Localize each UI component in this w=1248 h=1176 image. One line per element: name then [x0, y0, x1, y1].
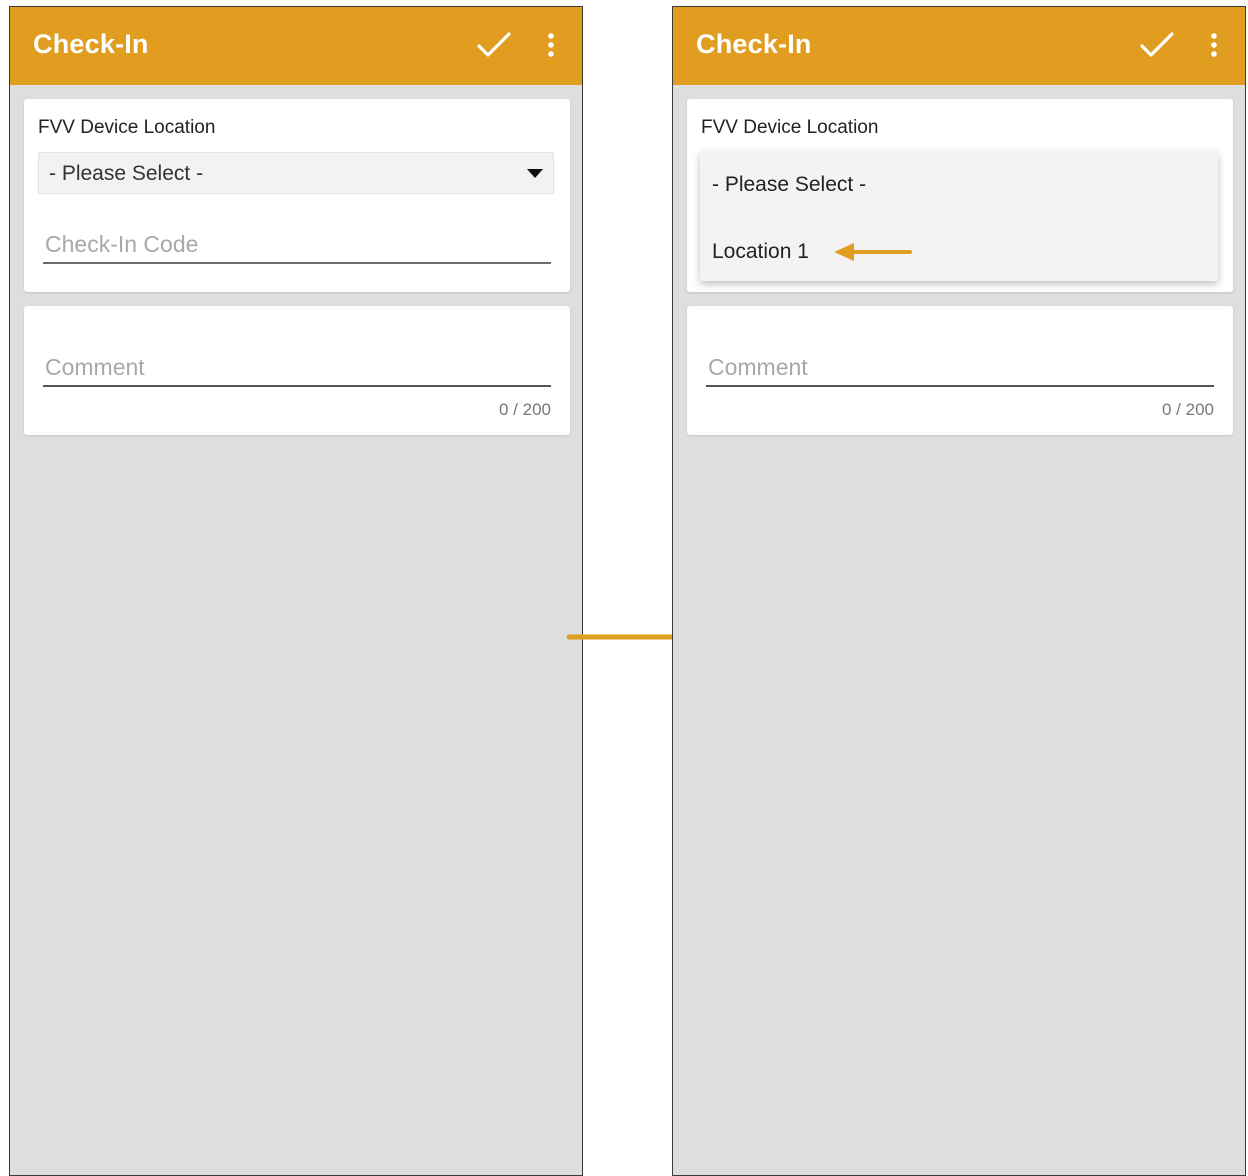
- more-vert-icon[interactable]: [1205, 31, 1223, 61]
- device-location-label: FVV Device Location: [38, 117, 216, 138]
- device-location-dropdown: - Please Select - Location 1: [700, 151, 1218, 281]
- arrow-left-icon: [834, 243, 912, 261]
- comment-card: 0 / 200: [24, 306, 570, 435]
- character-counter: 0 / 200: [1162, 400, 1214, 419]
- app-bar: Check-In: [10, 7, 582, 85]
- comment-input[interactable]: [706, 351, 1214, 387]
- caret-down-icon: [527, 169, 543, 178]
- check-icon[interactable]: [1139, 31, 1175, 59]
- page-title: Check-In: [33, 29, 149, 59]
- dropdown-option-please-select[interactable]: - Please Select -: [712, 173, 866, 197]
- location-card: FVV Device Location - Please Select -: [24, 99, 570, 292]
- comment-input[interactable]: [43, 351, 551, 387]
- character-counter: 0 / 200: [499, 400, 551, 419]
- right-phone-screen: Check-In FVV Device Location - Please Se…: [672, 6, 1246, 1176]
- checkin-code-input[interactable]: [43, 228, 551, 264]
- left-phone-screen: Check-In FVV Device Location - Please Se…: [9, 6, 583, 1176]
- page-title: Check-In: [696, 29, 812, 59]
- more-vert-icon[interactable]: [542, 31, 560, 61]
- location-card: FVV Device Location - Please Select - Lo…: [687, 99, 1233, 292]
- device-location-label: FVV Device Location: [701, 117, 879, 138]
- app-bar: Check-In: [673, 7, 1245, 85]
- comment-card: 0 / 200: [687, 306, 1233, 435]
- check-icon[interactable]: [476, 31, 512, 59]
- dropdown-option-location-1[interactable]: Location 1: [712, 240, 809, 264]
- device-location-select[interactable]: - Please Select -: [38, 152, 554, 194]
- select-value: - Please Select -: [49, 162, 204, 185]
